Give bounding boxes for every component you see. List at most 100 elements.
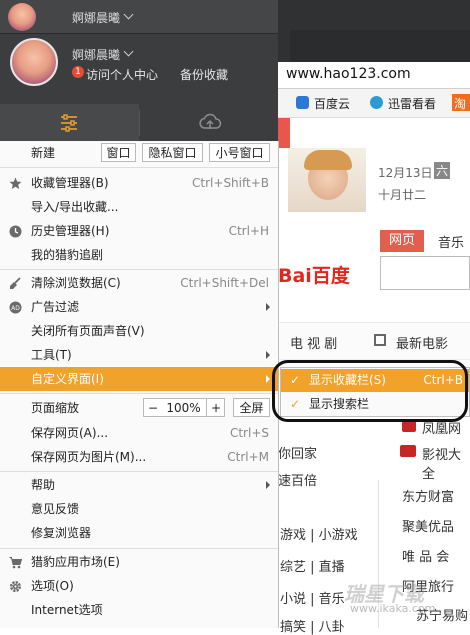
search-tab-web-label: 网页 (388, 233, 415, 248)
grid-link-3[interactable]: 小说 | 音乐 (280, 588, 345, 607)
submenu-arrow-icon (266, 303, 270, 311)
nav-movie[interactable]: 最新电影 (396, 333, 448, 352)
menu-item-shortcut: Ctrl+Shift+B (192, 176, 269, 190)
menu-item-history-manager[interactable]: 历史管理器(H) Ctrl+H (0, 219, 278, 243)
right-link-1[interactable]: 东方财富 (402, 486, 454, 505)
new-alt-account-window-button[interactable]: 小号窗口 (209, 143, 270, 162)
menu-item-label: 自定义界面(I) (31, 372, 104, 386)
submenu-arrow-icon (266, 375, 270, 383)
menu-item-customize-ui[interactable]: 自定义界面(I) (0, 367, 278, 391)
new-window-button[interactable]: 窗口 (101, 143, 136, 162)
watermark-url: www.ikaka.com (350, 602, 436, 615)
menu-item-help[interactable]: 帮助 (0, 473, 278, 497)
grid-link-1[interactable]: 游戏 | 小游戏 (280, 524, 358, 543)
menu-separator (0, 548, 278, 549)
submenu-arrow-icon (266, 481, 270, 489)
menu-item-label: 选项(O) (31, 579, 74, 593)
menu-item-shortcut: Ctrl+Shift+Del (180, 276, 269, 290)
zoom-in-button[interactable]: + (206, 398, 225, 417)
menu-item-label: 意见反馈 (31, 502, 80, 516)
adblock-icon: AD (9, 301, 22, 314)
chevron-down-icon (123, 9, 134, 20)
menu-separator (0, 167, 278, 168)
settings-sliders-icon (61, 114, 77, 132)
side-link-hao-icon (400, 445, 416, 457)
menu-item-my-series[interactable]: 我的猎豹追剧 (0, 243, 278, 267)
chevron-down-icon (123, 46, 134, 57)
menu-item-label: 导入/导出收藏... (31, 200, 119, 214)
left-link-2[interactable]: 速百倍 (278, 470, 317, 489)
profile-header[interactable]: 婀娜晨曦 (0, 0, 278, 34)
zoom-out-button[interactable]: − (143, 398, 162, 417)
menu-item-label: 工具(T) (31, 348, 72, 362)
lunar-text: 十月廿二 (378, 188, 427, 202)
menu-item-mute-all[interactable]: 关闭所有页面声音(V) (0, 319, 278, 343)
menu-item-save-as-image[interactable]: 保存网页为图片(M)... Ctrl+M (0, 445, 278, 469)
banner-strip (278, 118, 290, 148)
avatar-small[interactable] (8, 3, 36, 31)
personal-center-link[interactable]: 访问个人中心 (86, 66, 158, 83)
menu-item-label: 修复浏览器 (31, 526, 92, 540)
favorite-item-baiduyun[interactable]: 百度云 (314, 95, 350, 112)
menu-separator (0, 269, 278, 270)
badge-count: 1 (75, 67, 81, 77)
menu-item-label: 猎豹应用市场(E) (31, 555, 120, 569)
search-tab-music[interactable]: 音乐 (438, 232, 464, 251)
tab-menu[interactable] (0, 104, 139, 141)
cart-icon (9, 557, 22, 569)
side-text (466, 164, 470, 178)
menu-item-label: 历史管理器(H) (31, 224, 110, 238)
username: 婀娜晨曦 (72, 48, 121, 62)
grid-link-4[interactable]: 搞笑 | 八卦 (280, 616, 345, 635)
menu-separator (0, 471, 278, 472)
side-link-yingshi[interactable]: 影视大全 (422, 444, 470, 482)
search-tab-web[interactable]: 网页 (380, 230, 424, 252)
menu-item-label: 清除浏览数据(C) (31, 276, 121, 290)
film-icon (374, 334, 386, 346)
menu-item-import-export[interactable]: 导入/导出收藏... (0, 195, 278, 219)
favorite-item-taobao[interactable]: 淘 (454, 95, 466, 112)
grid-link-2[interactable]: 综艺 | 直播 (280, 556, 345, 575)
menu-item-options[interactable]: 选项(O) (0, 574, 278, 598)
new-private-window-button[interactable]: 隐私窗口 (142, 143, 203, 162)
avatar[interactable] (10, 38, 58, 86)
menu-item-bookmark-manager[interactable]: 收藏管理器(B) Ctrl+Shift+B (0, 171, 278, 195)
favorite-item-xunlei[interactable]: 迅雷看看 (388, 95, 436, 112)
svg-text:AD: AD (11, 305, 20, 312)
favorites-bar: 百度云 迅雷看看 淘 (278, 89, 470, 118)
menu-item-label: 保存网页(A)... (31, 426, 109, 440)
menu-item-shortcut: Ctrl+H (228, 224, 269, 238)
gear-icon (10, 581, 21, 592)
tab-cloud[interactable] (140, 104, 278, 141)
menu-item-label: 页面缩放 (31, 401, 80, 415)
menu-item-internet-options[interactable]: Internet选项 (0, 598, 278, 622)
url-text: www.hao123.com (286, 66, 411, 82)
address-bar[interactable]: www.hao123.com (278, 62, 470, 89)
search-input[interactable] (380, 256, 470, 290)
notification-badge: 1 (72, 66, 84, 78)
baidu-logo: Bai百度 (278, 261, 350, 288)
right-link-2[interactable]: 聚美优品 (402, 516, 454, 535)
zoom-level: 100% (161, 398, 206, 417)
nav-tv[interactable]: 电 视 剧 (290, 333, 337, 352)
menu-item-tools[interactable]: 工具(T) (0, 343, 278, 367)
menu-item-feedback[interactable]: 意见反馈 (0, 497, 278, 521)
baidu-logo-text: Bai百度 (278, 265, 350, 287)
menu-new-label: 新建 (31, 146, 56, 160)
play-icon (370, 96, 383, 109)
tab-strip (290, 30, 470, 62)
menu-item-app-market[interactable]: 猎豹应用市场(E) (0, 550, 278, 574)
submenu-arrow-icon (266, 351, 270, 359)
backup-favorites-link[interactable]: 备份收藏 (180, 66, 228, 83)
menu-item-save-page[interactable]: 保存网页(A)... Ctrl+S (0, 421, 278, 445)
menu-item-label: 帮助 (31, 478, 56, 492)
profile-panel: 婀娜晨曦 婀娜晨曦 1 访问个人中心 备份收藏 (0, 0, 278, 141)
nav-bar: 电 视 剧 最新电影 (278, 322, 470, 360)
fullscreen-button[interactable]: 全屏 (233, 398, 270, 417)
menu-item-zoom: 页面缩放 − 100% + 全屏 (0, 396, 278, 420)
left-link-1[interactable]: 你回家 (278, 443, 317, 462)
right-link-3[interactable]: 唯 品 会 (402, 546, 449, 565)
menu-item-ad-filter[interactable]: AD 广告过滤 (0, 295, 278, 319)
menu-item-clear-data[interactable]: 清除浏览数据(C) Ctrl+Shift+Del (0, 271, 278, 295)
menu-item-repair[interactable]: 修复浏览器 (0, 521, 278, 545)
